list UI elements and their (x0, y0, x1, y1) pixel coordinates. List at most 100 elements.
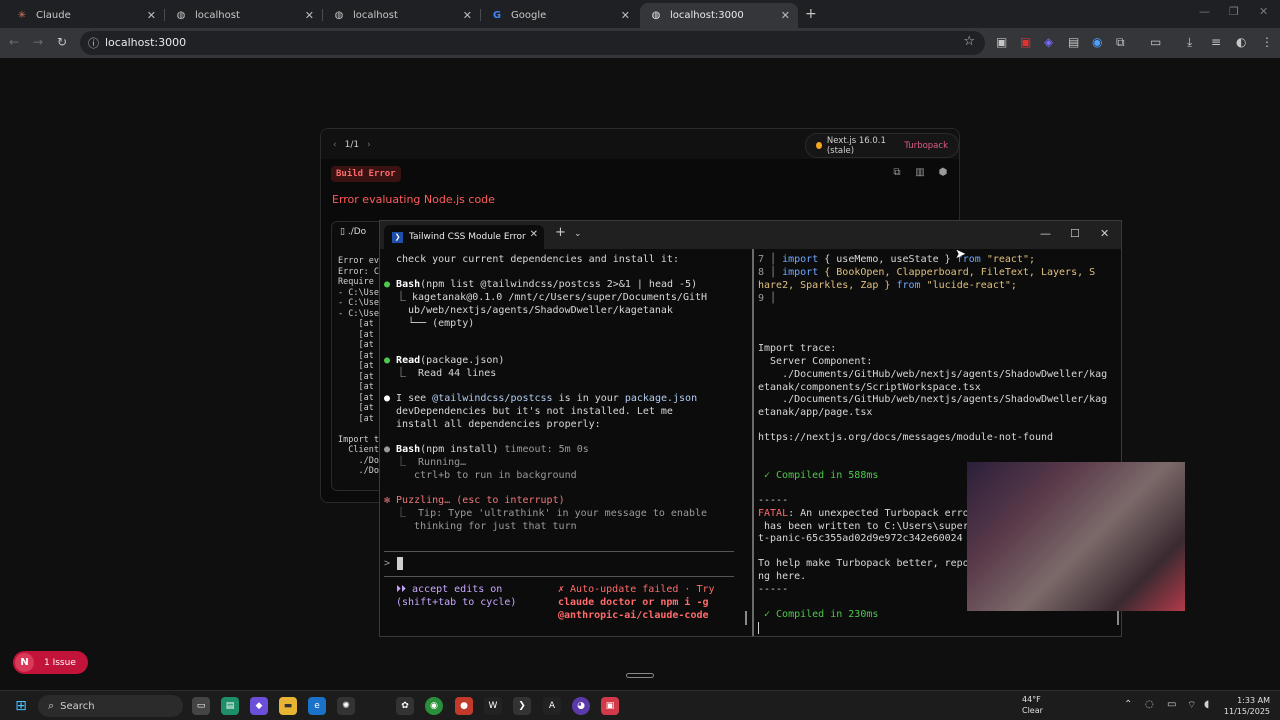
update-warning: @anthropic-ai/claude-code (558, 610, 709, 621)
close-icon[interactable]: ✕ (305, 9, 314, 22)
tab-google[interactable]: G Google ✕ (481, 3, 638, 28)
minimize-icon[interactable]: — (1040, 227, 1051, 240)
stack-line (338, 424, 384, 435)
stack-line: Import tr (338, 434, 385, 445)
doc-link[interactable]: https://nextjs.org/docs/messages/module-… (758, 432, 1053, 445)
maximize-icon[interactable]: ☐ (1070, 227, 1080, 240)
close-window-icon[interactable]: ✕ (1100, 227, 1109, 240)
stack-line: [at v (338, 371, 385, 382)
tool-args: (npm list @tailwindcss/postcss 2>&1 | he… (420, 279, 698, 290)
code: hare2, Sparkles, Zap } (758, 280, 897, 291)
prev-error-icon[interactable]: ‹ (333, 140, 337, 150)
puzzle-icon[interactable]: ⧉ (1116, 35, 1125, 50)
taskbar-clock[interactable]: 1:33 AM 11/15/2025 (1222, 695, 1270, 717)
minimize-icon[interactable]: — (1199, 5, 1210, 18)
windows-start-icon[interactable]: ⊞ (12, 697, 30, 715)
reading-list-icon[interactable]: ≡ (1211, 35, 1221, 49)
overlay-header: ‹ 1/1 › Next.js 16.0.1 (stale) Turbopack (321, 129, 959, 159)
site-info-icon[interactable]: ⓘ (88, 35, 99, 51)
output-line: etanak/app/page.tsx (758, 407, 873, 418)
app-icon[interactable]: W (484, 697, 502, 715)
tab-claude[interactable]: ✳ Claude ✕ (6, 3, 164, 28)
output-line: ⎿ Running… (396, 457, 467, 468)
file-explorer-icon[interactable]: ▬ (279, 697, 297, 715)
chevron-down-icon[interactable]: ⌄ (574, 229, 582, 239)
extension-icon[interactable]: ◉ (1092, 35, 1102, 49)
tab-localhost-3000[interactable]: ◍ localhost:3000 ✕ (640, 3, 798, 28)
address-bar[interactable]: ⓘ localhost:3000 ☆ (80, 31, 985, 55)
reload-icon[interactable]: ↻ (57, 35, 67, 49)
terminal-tab[interactable]: ❯ Tailwind CSS Module Error ✕ (384, 225, 544, 249)
output-line: ● I see @tailwindcss/postcss is in your … (384, 393, 697, 406)
terminal-pane-left[interactable]: check your current dependencies and inst… (380, 249, 750, 636)
tray-icon[interactable]: ◌ (1145, 699, 1154, 710)
extension-icon[interactable]: ▣ (1020, 35, 1031, 49)
error-stack-text: Error eva Error: Ca Require s- C:\User - C:… (338, 256, 384, 477)
back-icon[interactable]: ← (9, 35, 19, 49)
extension-icon[interactable]: ▣ (996, 35, 1007, 49)
compiled-line: ✓ Compiled in 230ms (764, 609, 878, 622)
extension-icon[interactable]: ▤ (1068, 35, 1079, 49)
bullet-icon: ● (384, 355, 397, 366)
scroll-handle[interactable] (626, 673, 654, 678)
app-icon[interactable]: ▤ (221, 697, 239, 715)
forward-icon[interactable]: → (33, 35, 43, 49)
google-icon: G (492, 10, 502, 21)
app-icon[interactable]: ● (455, 697, 473, 715)
close-icon[interactable]: ✕ (781, 9, 790, 22)
menu-icon[interactable]: ⋮ (1261, 35, 1273, 49)
terminal-icon[interactable]: ❯ (513, 697, 531, 715)
tab-localhost-1[interactable]: ◍ localhost ✕ (165, 3, 322, 28)
close-icon[interactable]: ✕ (530, 229, 538, 240)
close-window-icon[interactable]: ✕ (1259, 5, 1268, 18)
wifi-icon[interactable]: ⌔ (1187, 699, 1196, 712)
app-icon[interactable]: A (543, 697, 561, 715)
stack-line: [at b (338, 392, 385, 403)
extension-icon[interactable]: ◈ (1044, 35, 1053, 49)
side-panel-icon[interactable]: ▭ (1150, 35, 1161, 49)
new-tab-icon[interactable]: + (805, 6, 817, 22)
divider-text: ----- (758, 495, 789, 506)
bug-icon[interactable]: ⬢ (935, 167, 951, 183)
app-icon[interactable]: ▣ (601, 697, 619, 715)
weather-widget[interactable]: 44°F Clear (1022, 694, 1043, 716)
edge-icon[interactable]: e (308, 697, 326, 715)
next-error-icon[interactable]: › (367, 140, 371, 150)
close-icon[interactable]: ✕ (147, 9, 156, 22)
scrollbar[interactable] (1117, 611, 1119, 625)
taskbar-search[interactable]: ⌕ Search (38, 695, 183, 717)
nextjs-version-badge[interactable]: Next.js 16.0.1 (stale) Turbopack (805, 133, 959, 158)
stack-line: - C:\User (338, 287, 385, 298)
close-icon[interactable]: ✕ (621, 9, 630, 22)
copilot-icon[interactable]: ◆ (250, 697, 268, 715)
new-tab-icon[interactable]: + (555, 225, 566, 240)
nextjs-issues-badge[interactable]: N 1 Issue (13, 651, 88, 674)
bookmark-star-icon[interactable]: ☆ (963, 34, 975, 49)
text: I see (396, 393, 433, 404)
stack-line: Require s (338, 277, 385, 287)
tab-localhost-2[interactable]: ◍ localhost ✕ (323, 3, 480, 28)
maximize-icon[interactable]: ❐ (1229, 5, 1239, 18)
profile-icon[interactable]: ◐ (1236, 35, 1246, 49)
tray-icon[interactable]: ▭ (1167, 699, 1176, 710)
scrollbar[interactable] (745, 611, 747, 625)
update-warning: ✗ Auto-update failed · Try (558, 584, 715, 595)
task-view-icon[interactable]: ▭ (192, 697, 210, 715)
app-icon[interactable]: ✺ (337, 697, 355, 715)
string: "react"; (980, 254, 1035, 265)
stale-dot-icon (816, 142, 822, 149)
github-icon[interactable]: ◕ (572, 697, 590, 715)
chevron-up-icon[interactable]: ⌃ (1124, 699, 1132, 710)
prompt-input[interactable] (397, 557, 403, 570)
stack-line: [at K (338, 382, 385, 392)
chrome-icon[interactable]: ◉ (425, 697, 443, 715)
chatgpt-icon[interactable]: ✿ (396, 697, 414, 715)
windows-taskbar: ⊞ ⌕ Search ▭ ▤ ◆ ▬ e ✺ ✿ ◉ ● W ❯ A ◕ ▣ 4… (0, 690, 1280, 720)
build-error-badge: Build Error (331, 166, 401, 182)
copy-icon[interactable]: ⧉ (889, 167, 905, 183)
close-icon[interactable]: ✕ (463, 9, 472, 22)
docs-icon[interactable]: ▥ (912, 167, 928, 183)
clock-time: 1:33 AM (1237, 696, 1270, 705)
volume-icon[interactable]: ◖ (1204, 699, 1209, 710)
download-icon[interactable]: ⤓ (1187, 35, 1192, 50)
